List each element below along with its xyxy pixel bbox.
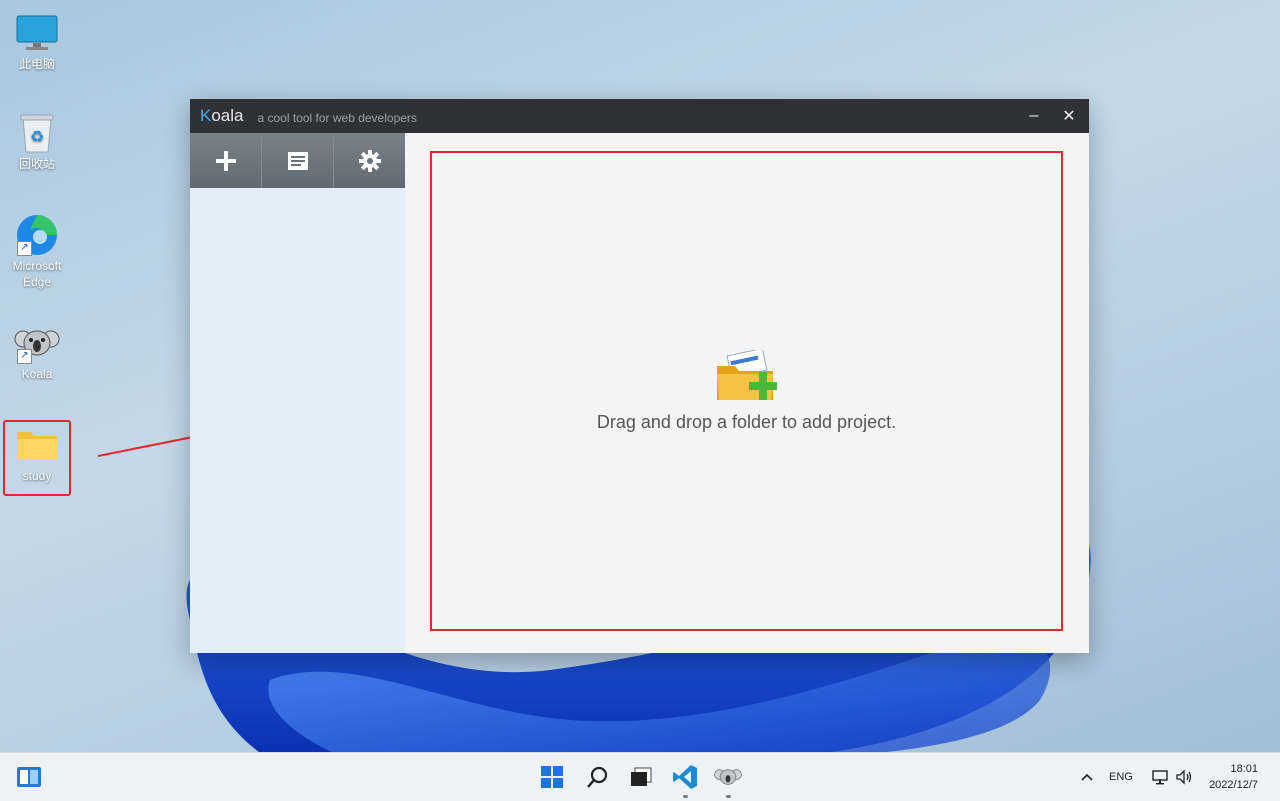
desktop-icon-label: 此电脑 [18, 57, 55, 71]
minimize-button[interactable]: – [1017, 99, 1051, 133]
desktop-icon-study-folder[interactable]: study [6, 422, 68, 484]
close-button[interactable]: ✕ [1052, 99, 1086, 133]
project-dropzone[interactable]: Drag and drop a folder to add project. [430, 151, 1063, 631]
widgets-button[interactable] [14, 762, 44, 792]
app-title: Koala [200, 106, 244, 125]
desktop-icon-koala[interactable]: ↗ Koala [6, 320, 68, 382]
widgets-icon [17, 767, 41, 787]
desktop-icon-recycle-bin[interactable]: ♻ 回收站 [6, 110, 68, 172]
folder-icon [13, 422, 61, 468]
running-indicator [726, 795, 731, 798]
clock-date: 2022/12/7 [1209, 779, 1258, 791]
volume-icon [1176, 769, 1192, 785]
gear-icon [358, 149, 381, 172]
network-button[interactable] [1151, 753, 1169, 801]
tray-overflow-button[interactable] [1080, 753, 1094, 801]
desktop-icon-label: Microsoft [12, 259, 62, 273]
log-button[interactable] [262, 133, 334, 188]
desktop-icon-label: study [22, 469, 52, 483]
desktop-icon-label: Koala [21, 367, 53, 381]
clock-time: 18:01 [1230, 763, 1258, 775]
add-project-button[interactable] [190, 133, 262, 188]
desktop-icon-label: Edge [22, 275, 52, 289]
desktop-icon-this-pc[interactable]: 此电脑 [6, 10, 68, 72]
title-bar[interactable]: Koala a cool tool for web developers – ✕ [190, 99, 1089, 133]
plus-icon [215, 150, 236, 171]
input-language[interactable]: ENG [1109, 753, 1133, 801]
edge-icon: ↗ [13, 212, 61, 258]
taskbar-koala[interactable] [713, 762, 743, 798]
start-button[interactable] [537, 762, 567, 792]
document-icon [287, 151, 308, 170]
search-icon [587, 766, 608, 788]
task-view-icon [631, 767, 652, 786]
svg-text:♻: ♻ [30, 127, 44, 146]
add-folder-icon [716, 349, 777, 400]
desktop-icon-edge[interactable]: ↗ Microsoft Edge [6, 212, 68, 290]
vscode-icon [673, 765, 697, 789]
this-pc-icon [13, 10, 61, 56]
dropzone-text: Drag and drop a folder to add project. [596, 411, 897, 432]
koala-window: Koala a cool tool for web developers – ✕ [190, 99, 1089, 653]
sidebar-toolbar [190, 133, 405, 188]
windows-logo-icon [541, 766, 563, 788]
volume-button[interactable] [1175, 753, 1193, 801]
search-button[interactable] [582, 762, 612, 792]
project-sidebar [190, 133, 405, 653]
koala-icon: ↗ [13, 320, 61, 366]
clock[interactable]: 18:01 2022/12/7 [1209, 761, 1258, 793]
task-view-button[interactable] [626, 762, 656, 792]
network-icon [1152, 770, 1168, 785]
running-indicator [683, 795, 688, 798]
desktop-icon-label: 回收站 [18, 157, 55, 171]
koala-icon [714, 769, 742, 785]
recycle-bin-icon: ♻ [13, 110, 61, 156]
settings-button[interactable] [334, 133, 405, 188]
taskbar-vscode[interactable] [670, 762, 700, 798]
shortcut-arrow-icon: ↗ [17, 349, 32, 364]
chevron-up-icon [1081, 773, 1093, 781]
app-tagline: a cool tool for web developers [257, 110, 417, 125]
shortcut-arrow-icon: ↗ [17, 241, 32, 256]
taskbar: ENG 18:01 2022/12/7 [0, 752, 1280, 801]
